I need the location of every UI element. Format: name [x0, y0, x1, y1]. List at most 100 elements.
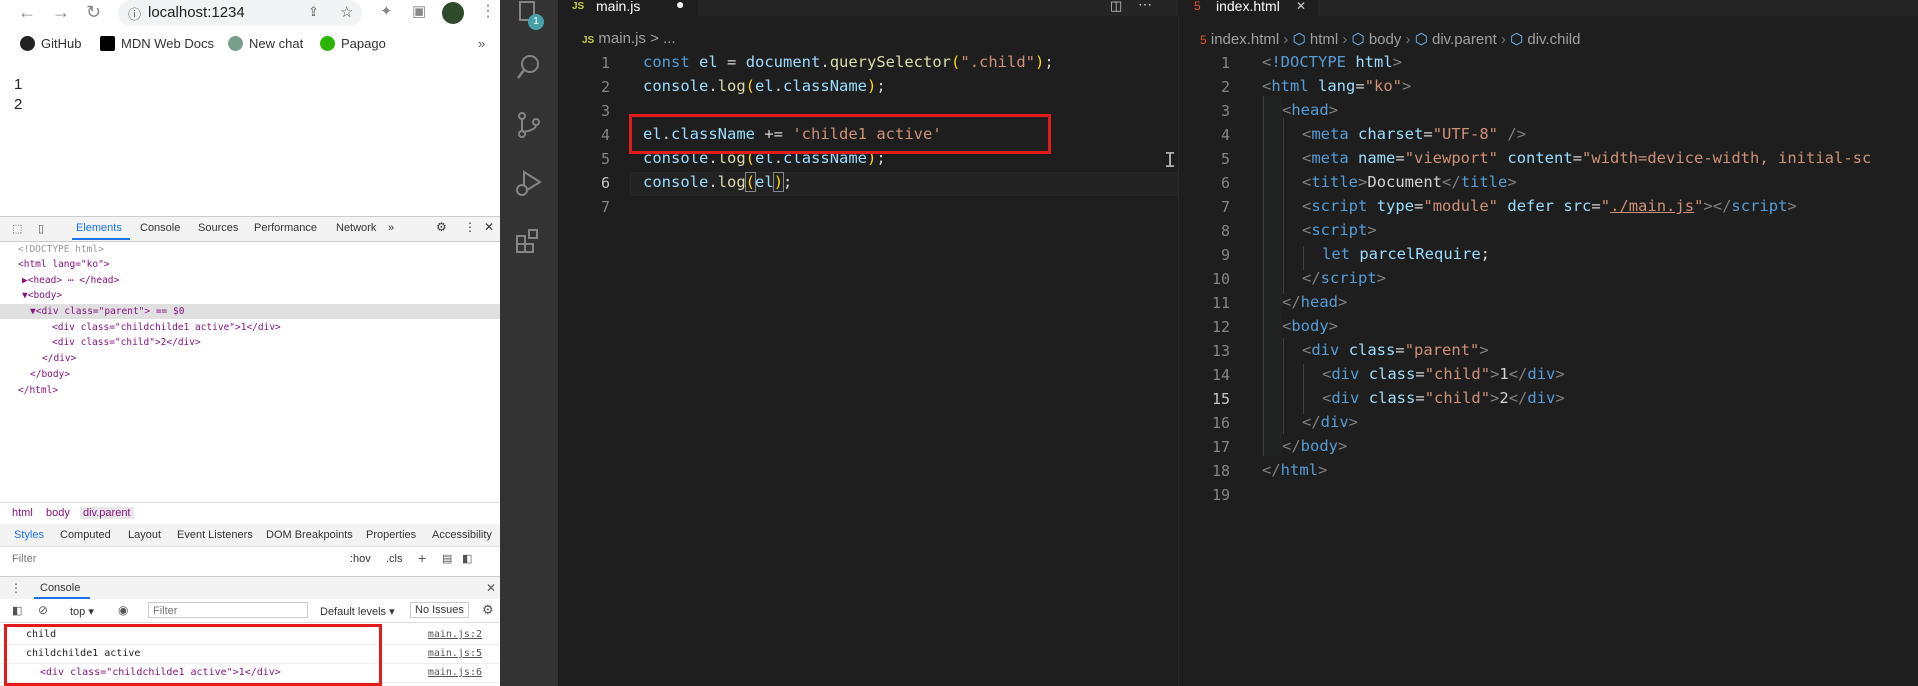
editor-main-js[interactable]	[558, 0, 1178, 686]
menu-icon[interactable]: ⋮	[480, 2, 496, 22]
dom-line[interactable]: <div class="childchilde1 active">1</div>	[52, 322, 281, 333]
bookmark-new-chat[interactable]: New chat	[228, 36, 303, 51]
profile-avatar[interactable]	[442, 2, 464, 24]
editor-tabs-right: 5 index.html ✕	[1178, 0, 1918, 16]
levels-select[interactable]: Default levels ▾	[320, 605, 395, 618]
extensions-icon[interactable]	[514, 226, 544, 256]
drawer-tab-indicator	[34, 597, 90, 599]
split-editor-icon[interactable]: ◫	[1110, 0, 1122, 14]
back-icon[interactable]: ←	[18, 2, 36, 22]
inspect-icon[interactable]: ⬚	[12, 222, 22, 235]
indent-guide	[1303, 364, 1304, 414]
tab-main-js[interactable]: JS main.js ●	[558, 0, 698, 16]
dom-line[interactable]: </body>	[30, 369, 70, 380]
cls-button[interactable]: .cls	[386, 553, 403, 565]
element-icon: ⬡	[1414, 31, 1428, 48]
source-link[interactable]: main.js:6	[428, 667, 482, 678]
tab-elements[interactable]: Elements	[76, 222, 122, 234]
html-file-icon: 5	[1194, 0, 1201, 13]
subtab-dom-breakpoints[interactable]: DOM Breakpoints	[266, 529, 353, 541]
subtab-styles[interactable]: Styles	[14, 529, 44, 541]
tab-console[interactable]: Console	[140, 222, 180, 234]
crumb-body[interactable]: body	[46, 507, 70, 519]
code-line: const el = document.querySelector(".chil…	[643, 53, 1054, 71]
dom-line[interactable]: <div class="child">2</div>	[52, 337, 201, 348]
more-bookmarks-icon[interactable]: »	[478, 36, 485, 51]
tab-sources[interactable]: Sources	[198, 222, 238, 234]
subtab-event-listeners[interactable]: Event Listeners	[177, 529, 253, 541]
code-line: </head>	[1282, 293, 1348, 311]
source-link[interactable]: main.js:5	[428, 648, 482, 659]
subtab-computed[interactable]: Computed	[60, 529, 111, 541]
info-icon[interactable]: ⓘ	[128, 4, 141, 23]
close-icon[interactable]: ✕	[484, 220, 494, 234]
add-rule-icon[interactable]: +	[418, 550, 426, 566]
share-icon[interactable]: ⇪	[308, 4, 319, 20]
toggle-sidebar-icon[interactable]: ◧	[462, 552, 472, 565]
search-icon[interactable]	[514, 52, 544, 82]
bookmark-mdn[interactable]: MDN Web Docs	[100, 36, 214, 51]
crumb-html[interactable]: html	[12, 507, 33, 519]
eye-icon[interactable]: ◉	[118, 603, 128, 617]
text-cursor-icon: I	[1164, 148, 1177, 172]
subtab-layout[interactable]: Layout	[128, 529, 161, 541]
console-settings-icon[interactable]: ⚙	[482, 602, 494, 618]
reload-icon[interactable]: ↻	[86, 2, 101, 22]
paint-icon[interactable]: ▤	[442, 552, 452, 565]
bookmark-github[interactable]: GitHub	[20, 36, 81, 51]
styles-filter-row: Filter :hov .cls + ▤ ◧	[0, 548, 500, 570]
run-debug-icon[interactable]	[514, 168, 544, 198]
tab-index-html[interactable]: 5 index.html ✕	[1178, 0, 1318, 16]
chat-icon	[228, 36, 243, 51]
crumb-div-parent[interactable]: div.parent	[80, 507, 134, 519]
console-filter-input[interactable]: Filter	[148, 602, 308, 618]
clear-console-icon[interactable]: ⊘	[38, 603, 48, 617]
code-line: <body>	[1282, 317, 1339, 335]
subtab-accessibility[interactable]: Accessibility	[432, 529, 492, 541]
tab-network[interactable]: Network	[336, 222, 376, 234]
tab-close-icon[interactable]: ✕	[1296, 0, 1306, 12]
line-number: 2	[1220, 78, 1230, 96]
page-line: 1	[14, 76, 23, 93]
code-line: <!DOCTYPE html>	[1262, 53, 1403, 71]
dom-line[interactable]: <!DOCTYPE html>	[18, 244, 104, 255]
more-tabs-icon[interactable]: »	[388, 222, 394, 234]
drawer-close-icon[interactable]: ✕	[486, 581, 496, 595]
star-icon[interactable]: ☆	[340, 3, 353, 21]
line-number: 13	[1211, 342, 1230, 360]
github-icon	[20, 36, 35, 51]
forward-icon[interactable]: →	[52, 2, 70, 22]
unsaved-dot-icon[interactable]: ●	[676, 0, 684, 11]
line-number: 8	[1220, 222, 1230, 240]
line-number: 2	[600, 78, 610, 96]
indent-guide	[1283, 118, 1284, 294]
dom-line[interactable]: </div>	[42, 353, 76, 364]
hov-button[interactable]: :hov	[350, 553, 371, 565]
extensions-icon[interactable]: ✦	[380, 2, 393, 22]
sidepanel-icon[interactable]: ▣	[412, 2, 426, 22]
tab-performance[interactable]: Performance	[254, 222, 317, 234]
styles-filter-input[interactable]: Filter	[12, 553, 36, 565]
line-number: 14	[1211, 366, 1230, 384]
js-file-icon: JS	[572, 1, 585, 12]
device-icon[interactable]: ▯	[38, 222, 44, 235]
settings-icon[interactable]: ⚙	[436, 220, 447, 234]
source-control-icon[interactable]	[514, 110, 544, 140]
drawer-menu-icon[interactable]: ⋮	[10, 581, 22, 595]
bookmark-papago[interactable]: Papago	[320, 36, 386, 51]
more-icon[interactable]: ⋮	[464, 220, 476, 234]
dom-line[interactable]: ▶<head> ⋯ </head>	[22, 275, 119, 286]
sidebar-icon[interactable]: ◧	[12, 604, 22, 617]
context-select[interactable]: top ▾	[70, 605, 94, 618]
issues-button[interactable]: No Issues	[410, 602, 469, 618]
subtab-properties[interactable]: Properties	[366, 529, 416, 541]
dom-line[interactable]: ▼<div class="parent"> == $0	[30, 306, 184, 317]
source-link[interactable]: main.js:2	[428, 629, 482, 640]
editor-more-icon[interactable]: ⋯	[1138, 0, 1152, 13]
dom-line[interactable]: ▼<body>	[22, 290, 62, 301]
drawer-tab-console[interactable]: Console	[40, 582, 80, 594]
address-bar[interactable]: ⓘ localhost:1234 ⇪ ☆	[118, 0, 362, 26]
dom-line[interactable]: <html lang="ko">	[18, 259, 110, 270]
browser-toolbar: ← → ↻ ⓘ localhost:1234 ⇪ ☆ ✦ ▣ ⋮	[0, 0, 500, 26]
dom-line[interactable]: </html>	[18, 385, 58, 396]
